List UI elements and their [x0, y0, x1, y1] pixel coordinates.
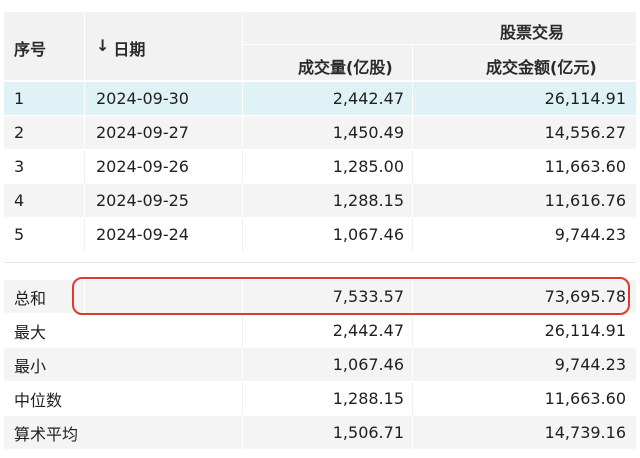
- summary-row-mean[interactable]: 算术平均 1,506.71 14,739.16: [4, 416, 636, 449]
- cell-volume: 1,285.00: [332, 157, 404, 176]
- header-col-divider: [412, 44, 413, 80]
- cell-amount: 26,114.91: [544, 89, 626, 108]
- table-row[interactable]: 4 2024-09-25 1,288.15 11,616.76: [4, 184, 636, 217]
- cell-amount: 14,556.27: [544, 123, 626, 142]
- summary-label: 算术平均: [14, 424, 79, 444]
- header-group-stock-trading: 股票交易: [500, 23, 565, 42]
- header-amount[interactable]: 成交金额(亿元): [486, 54, 597, 78]
- table-row[interactable]: 2 2024-09-27 1,450.49 14,556.27: [4, 116, 636, 149]
- cell-amount: 9,744.23: [554, 225, 626, 244]
- cell-volume: 1,067.46: [332, 225, 404, 244]
- sort-down-arrow-icon[interactable]: ↓: [96, 36, 109, 60]
- header-col-divider: [84, 12, 85, 80]
- table-row[interactable]: 1 2024-09-30 2,442.47 26,114.91: [4, 82, 636, 115]
- summary-volume: 1,067.46: [332, 355, 404, 374]
- summary-volume: 1,288.15: [332, 389, 404, 408]
- header-divider: [242, 44, 636, 45]
- header-date[interactable]: ↓ 日期: [96, 36, 145, 60]
- cell-date: 2024-09-27: [96, 123, 189, 142]
- summary-row-min[interactable]: 最小 1,067.46 9,744.23: [4, 348, 636, 381]
- cell-date: 2024-09-24: [96, 225, 189, 244]
- header-volume[interactable]: 成交量(亿股): [298, 54, 393, 78]
- cell-index: 1: [14, 89, 25, 108]
- highlight-box: [72, 277, 630, 315]
- cell-index: 2: [14, 123, 25, 142]
- header-col-divider: [242, 12, 243, 80]
- cell-index: 4: [14, 191, 25, 210]
- header-date-label: 日期: [113, 40, 146, 59]
- table-row[interactable]: 3 2024-09-26 1,285.00 11,663.60: [4, 150, 636, 183]
- cell-amount: 11,616.76: [544, 191, 626, 210]
- cell-date: 2024-09-30: [96, 89, 189, 108]
- cell-amount: 11,663.60: [544, 157, 626, 176]
- section-divider: [4, 262, 636, 263]
- cell-date: 2024-09-26: [96, 157, 189, 176]
- summary-amount: 14,739.16: [544, 423, 626, 442]
- summary-amount: 26,114.91: [544, 321, 626, 340]
- summary-label: 最大: [14, 322, 47, 342]
- summary-row-max[interactable]: 最大 2,442.47 26,114.91: [4, 314, 636, 347]
- cell-volume: 1,450.49: [332, 123, 404, 142]
- summary-amount: 11,663.60: [544, 389, 626, 408]
- summary-volume: 2,442.47: [332, 321, 404, 340]
- summary-label: 中位数: [14, 390, 63, 410]
- table-row[interactable]: 5 2024-09-24 1,067.46 9,744.23: [4, 218, 636, 251]
- cell-date: 2024-09-25: [96, 191, 189, 210]
- data-table: 序号 ↓ 日期 股票交易 成交量(亿股) 成交金额(亿元) 1 2024-09-…: [0, 0, 640, 458]
- cell-volume: 1,288.15: [332, 191, 404, 210]
- summary-amount: 9,744.23: [554, 355, 626, 374]
- header-index[interactable]: 序号: [14, 36, 46, 60]
- summary-volume: 1,506.71: [332, 423, 404, 442]
- cell-index: 5: [14, 225, 25, 244]
- summary-row-median[interactable]: 中位数 1,288.15 11,663.60: [4, 382, 636, 415]
- cell-volume: 2,442.47: [332, 89, 404, 108]
- summary-label: 最小: [14, 356, 47, 376]
- cell-index: 3: [14, 157, 25, 176]
